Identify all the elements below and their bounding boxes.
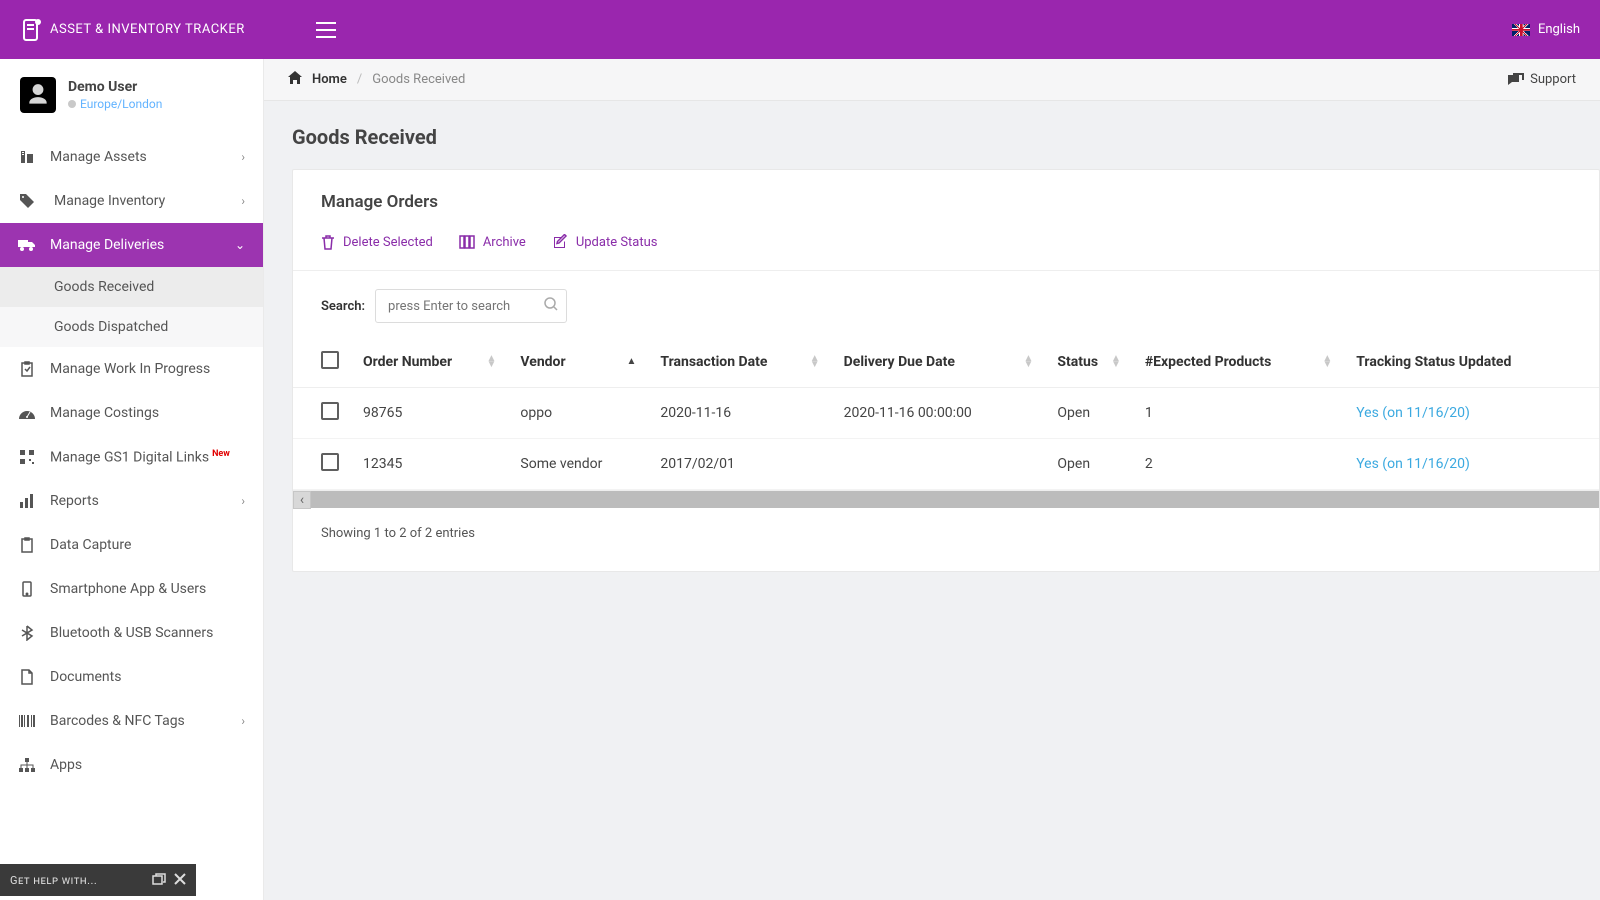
support-link[interactable]: Support <box>1508 72 1576 87</box>
sidebar-item-manage-assets[interactable]: Manage Assets › <box>0 135 263 179</box>
sidebar: Demo User Europe/London Manage Assets › … <box>0 59 264 900</box>
bluetooth-icon <box>18 625 36 641</box>
sidebar-item-barcodes[interactable]: Barcodes & NFC Tags › <box>0 699 263 743</box>
row-checkbox[interactable] <box>321 453 339 471</box>
row-checkbox[interactable] <box>321 402 339 420</box>
qr-icon <box>18 450 36 464</box>
clipboard-icon <box>18 361 36 377</box>
close-icon[interactable] <box>174 873 186 888</box>
sort-icon: ▲▼ <box>810 356 820 368</box>
entries-info: Showing 1 to 2 of 2 entries <box>293 508 1599 571</box>
sort-icon: ▲▼ <box>487 356 497 368</box>
archive-button[interactable]: Archive <box>459 234 526 250</box>
breadcrumb-home[interactable]: Home <box>312 72 347 87</box>
help-chip[interactable]: Get help with... <box>0 864 196 896</box>
deliveries-submenu: Goods Received Goods Dispatched <box>0 267 263 347</box>
clipboard-data-icon <box>18 537 36 553</box>
building-icon <box>18 149 36 165</box>
sidebar-subitem-goods-received[interactable]: Goods Received <box>0 267 263 307</box>
bulk-actions: Delete Selected Archive Update Status <box>293 220 1599 271</box>
chart-icon <box>18 494 36 508</box>
app-logo[interactable]: ASSET & INVENTORY TRACKER <box>20 18 245 42</box>
sidebar-item-apps[interactable]: Apps <box>0 743 263 787</box>
orders-table: Order Number▲▼ Vendor▲ Transaction Date▲… <box>293 337 1599 490</box>
sort-asc-icon: ▲ <box>627 359 637 365</box>
new-badge: New <box>212 449 230 459</box>
barcode-icon <box>18 715 36 727</box>
dashboard-icon <box>18 407 36 419</box>
sidebar-item-gs1-links[interactable]: Manage GS1 Digital LinksNew <box>0 435 263 479</box>
sort-icon: ▲▼ <box>1111 356 1121 368</box>
topbar: ASSET & INVENTORY TRACKER English <box>0 0 1600 59</box>
col-order-number[interactable]: Order Number▲▼ <box>353 337 510 388</box>
sidebar-item-manage-deliveries[interactable]: Manage Deliveries ⌄ <box>0 223 263 267</box>
sidebar-item-work-in-progress[interactable]: Manage Work In Progress <box>0 347 263 391</box>
orders-card: Manage Orders Delete Selected Archive Up… <box>292 169 1600 572</box>
status-dot-icon <box>68 100 76 108</box>
search-row: Search: <box>293 271 1599 337</box>
menu-toggle-button[interactable] <box>310 16 342 44</box>
sidebar-item-bluetooth-scanners[interactable]: Bluetooth & USB Scanners <box>0 611 263 655</box>
col-tracking[interactable]: Tracking Status Updated <box>1346 337 1599 388</box>
update-status-button[interactable]: Update Status <box>552 234 658 250</box>
delete-selected-button[interactable]: Delete Selected <box>321 234 433 250</box>
table-row[interactable]: 98765 oppo 2020-11-16 2020-11-16 00:00:0… <box>293 388 1599 439</box>
page-title: Goods Received <box>264 101 1600 169</box>
language-label: English <box>1538 22 1580 37</box>
chevron-right-icon: › <box>241 714 245 728</box>
maximize-icon[interactable] <box>152 873 166 888</box>
sidebar-item-documents[interactable]: Documents <box>0 655 263 699</box>
scroll-left-icon[interactable]: ‹ <box>293 491 311 509</box>
col-delivery-due[interactable]: Delivery Due Date▲▼ <box>834 337 1048 388</box>
sidebar-item-manage-costings[interactable]: Manage Costings <box>0 391 263 435</box>
main-content: Home / Goods Received Support Goods Rece… <box>264 59 1600 900</box>
avatar <box>20 77 56 113</box>
tracking-link[interactable]: Yes (on 11/16/20) <box>1356 456 1470 472</box>
sidebar-item-smartphone[interactable]: Smartphone App & Users <box>0 567 263 611</box>
chevron-right-icon: › <box>241 494 245 508</box>
col-vendor[interactable]: Vendor▲ <box>510 337 650 388</box>
truck-icon <box>18 238 36 252</box>
home-icon[interactable] <box>288 71 302 88</box>
chevron-right-icon: › <box>241 194 245 208</box>
app-name: ASSET & INVENTORY TRACKER <box>50 22 245 37</box>
search-label: Search: <box>321 299 365 314</box>
breadcrumb-current: Goods Received <box>372 72 465 87</box>
sidebar-item-data-capture[interactable]: Data Capture <box>0 523 263 567</box>
col-status[interactable]: Status▲▼ <box>1047 337 1134 388</box>
user-block[interactable]: Demo User Europe/London <box>0 59 263 135</box>
search-icon[interactable] <box>544 297 558 315</box>
select-all-checkbox[interactable] <box>321 351 339 369</box>
sidebar-nav: Manage Assets › Manage Inventory › Manag… <box>0 135 263 787</box>
user-name: Demo User <box>68 79 162 95</box>
breadcrumb: Home / Goods Received Support <box>264 59 1600 101</box>
sidebar-item-manage-inventory[interactable]: Manage Inventory › <box>0 179 263 223</box>
card-title: Manage Orders <box>293 170 1599 220</box>
phone-icon <box>18 581 36 597</box>
sidebar-item-reports[interactable]: Reports › <box>0 479 263 523</box>
sitemap-icon <box>18 758 36 772</box>
user-timezone[interactable]: Europe/London <box>68 97 162 111</box>
col-transaction-date[interactable]: Transaction Date▲▼ <box>650 337 833 388</box>
language-switcher[interactable]: English <box>1512 22 1580 37</box>
sidebar-subitem-goods-dispatched[interactable]: Goods Dispatched <box>0 307 263 347</box>
app-logo-icon <box>20 18 44 42</box>
sort-icon: ▲▼ <box>1024 356 1034 368</box>
tag-icon <box>18 193 36 209</box>
tracking-link[interactable]: Yes (on 11/16/20) <box>1356 405 1470 421</box>
document-icon <box>18 669 36 685</box>
col-expected[interactable]: #Expected Products▲▼ <box>1135 337 1346 388</box>
horizontal-scrollbar[interactable]: ‹ <box>293 490 1599 508</box>
search-input[interactable] <box>375 289 567 323</box>
sort-icon: ▲▼ <box>1322 356 1332 368</box>
chevron-down-icon: ⌄ <box>235 238 245 252</box>
chevron-right-icon: › <box>241 150 245 164</box>
flag-icon <box>1512 24 1530 36</box>
table-row[interactable]: 12345 Some vendor 2017/02/01 Open 2 Yes … <box>293 439 1599 490</box>
